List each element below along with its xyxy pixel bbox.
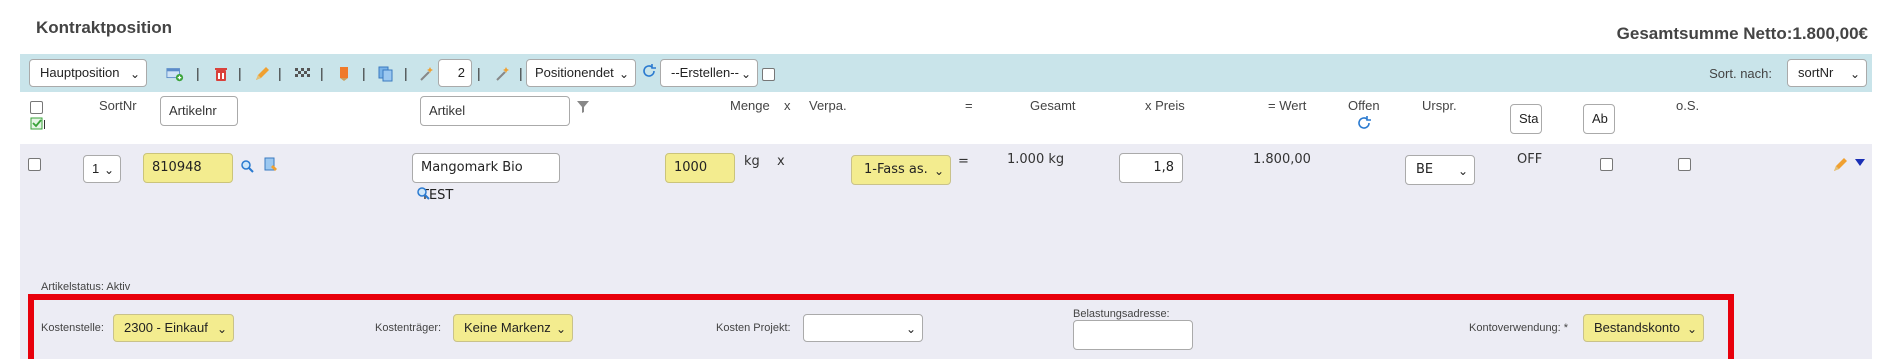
select-all-checkbox[interactable] xyxy=(30,101,43,114)
kostenstelle-label: Kostenstelle: xyxy=(41,322,104,334)
delete-icon[interactable] xyxy=(212,65,230,83)
chevron-down-icon: ⌄ xyxy=(1457,164,1468,178)
add-position-icon[interactable] xyxy=(166,65,184,83)
toolbar-separator: | xyxy=(519,65,523,81)
artikelnr-filter-input[interactable]: Artikelnr xyxy=(160,96,238,126)
kontoverwendung-select[interactable]: Bestandskonto ⌄ xyxy=(1583,314,1704,342)
col-equals: = xyxy=(965,98,973,113)
verpackung-select[interactable]: 1-Fass as. ⌄ xyxy=(851,155,951,185)
refresh-icon[interactable] xyxy=(1355,114,1373,132)
checkered-flag-icon[interactable] xyxy=(294,65,312,83)
toolbar-separator: | xyxy=(278,65,282,81)
sort-label: Sort. nach: xyxy=(1709,66,1772,81)
col-menge: Menge xyxy=(730,98,770,113)
chevron-down-icon: ⌄ xyxy=(103,163,114,177)
col-preis: x Preis xyxy=(1145,98,1185,113)
chevron-down-icon: ⌄ xyxy=(1849,67,1860,81)
artikel-input[interactable]: Mangomark Bio TEST xyxy=(412,153,560,203)
column-header-row: SortNr Artikelnr Artikel Menge x Verpa. … xyxy=(20,92,1872,144)
toolbar-separator: | xyxy=(196,65,200,81)
belastungsadresse-label: Belastungsadresse: xyxy=(1073,308,1170,320)
multiply-sign: x xyxy=(777,154,785,169)
belastungsadresse-input[interactable] xyxy=(1073,320,1193,350)
edit-pencil-icon[interactable] xyxy=(1831,156,1849,174)
chevron-down-icon: ⌄ xyxy=(555,322,566,336)
kosten-projekt-label: Kosten Projekt: xyxy=(716,322,791,334)
chevron-down-icon: ⌄ xyxy=(129,67,140,81)
magic-wand-icon[interactable] xyxy=(418,65,436,83)
article-status: Artikelstatus: Aktiv xyxy=(41,281,131,293)
refresh-icon[interactable] xyxy=(640,62,658,80)
article-detail-icon[interactable] xyxy=(262,156,280,174)
col-offen: Offen xyxy=(1348,98,1380,113)
ab-filter-input[interactable]: Ab xyxy=(1583,104,1615,134)
artikel-filter-input[interactable]: Artikel xyxy=(420,96,570,126)
col-urspr: Urspr. xyxy=(1422,98,1457,113)
wert-value: 1.800,00 xyxy=(1253,152,1311,167)
col-os: o.S. xyxy=(1676,98,1700,113)
col-wert: = Wert xyxy=(1268,98,1307,113)
search-icon[interactable] xyxy=(414,184,432,202)
checked-box-icon[interactable] xyxy=(30,117,46,131)
expand-down-icon[interactable] xyxy=(1851,154,1869,172)
os-checkbox[interactable] xyxy=(1678,158,1691,171)
col-verpackung: Verpa. xyxy=(809,98,847,113)
toolbar-separator: | xyxy=(362,65,366,81)
positions-detail-select[interactable]: Positionendet ⌄ xyxy=(526,59,636,87)
menge-input[interactable]: 1000 xyxy=(665,153,735,183)
create-select[interactable]: --Erstellen-- ⌄ xyxy=(660,59,758,87)
kostentraeger-label: Kostenträger: xyxy=(375,322,442,334)
toolbar-checkbox[interactable] xyxy=(762,68,775,81)
magic-wand-icon[interactable] xyxy=(494,65,512,83)
status-filter-input[interactable]: Sta xyxy=(1510,104,1542,134)
copy-icon[interactable] xyxy=(377,65,395,83)
row-select-checkbox[interactable] xyxy=(28,158,41,171)
equals-sign: = xyxy=(958,154,969,169)
unit-label: kg xyxy=(744,154,760,169)
kontoverwendung-label: Kontoverwendung: * xyxy=(1469,322,1569,334)
chevron-down-icon: ⌄ xyxy=(216,322,227,336)
kostentraeger-select[interactable]: Keine Markenz ⌄ xyxy=(453,314,573,342)
row-sortnr-select[interactable]: 1 ⌄ xyxy=(83,155,121,183)
copies-count-input[interactable]: 2 xyxy=(438,59,472,87)
edit-pencil-icon[interactable] xyxy=(253,65,271,83)
col-multiply: x xyxy=(784,98,791,113)
toolbar-separator: | xyxy=(477,65,481,81)
position-type-select[interactable]: Hauptposition ⌄ xyxy=(29,59,147,87)
toolbar-separator: | xyxy=(320,65,324,81)
chevron-down-icon: ⌄ xyxy=(618,67,629,81)
chevron-down-icon: ⌄ xyxy=(740,67,751,81)
search-icon[interactable] xyxy=(238,157,256,175)
col-gesamt: Gesamt xyxy=(1030,98,1076,113)
page-title: Kontraktposition xyxy=(36,18,172,37)
artikelnr-input[interactable]: 810948 xyxy=(143,153,233,183)
ab-checkbox[interactable] xyxy=(1600,158,1613,171)
total-net-amount: Gesamtsumme Netto:1.800,00€ xyxy=(1616,24,1868,43)
chevron-down-icon: ⌄ xyxy=(905,322,916,336)
preis-input[interactable]: 1,8 xyxy=(1119,153,1183,183)
kosten-projekt-select[interactable]: ⌄ xyxy=(803,314,923,342)
sort-select[interactable]: sortNr ⌄ xyxy=(1787,59,1867,87)
col-sortnr: SortNr xyxy=(99,98,137,113)
marker-icon[interactable] xyxy=(336,65,354,83)
status-toggle[interactable]: OFF xyxy=(1517,152,1542,167)
ursprung-select[interactable]: BE ⌄ xyxy=(1405,155,1475,185)
filter-icon[interactable] xyxy=(574,98,592,116)
position-toolbar: Hauptposition ⌄ | | | | | | 2 | | Positio… xyxy=(20,54,1872,92)
chevron-down-icon: ⌄ xyxy=(1686,322,1697,336)
toolbar-separator: | xyxy=(238,65,242,81)
toolbar-separator: | xyxy=(404,65,408,81)
kostenstelle-select[interactable]: 2300 - Einkauf ⌄ xyxy=(113,314,234,342)
gesamt-value: 1.000 kg xyxy=(1007,152,1065,167)
chevron-down-icon: ⌄ xyxy=(933,164,944,178)
